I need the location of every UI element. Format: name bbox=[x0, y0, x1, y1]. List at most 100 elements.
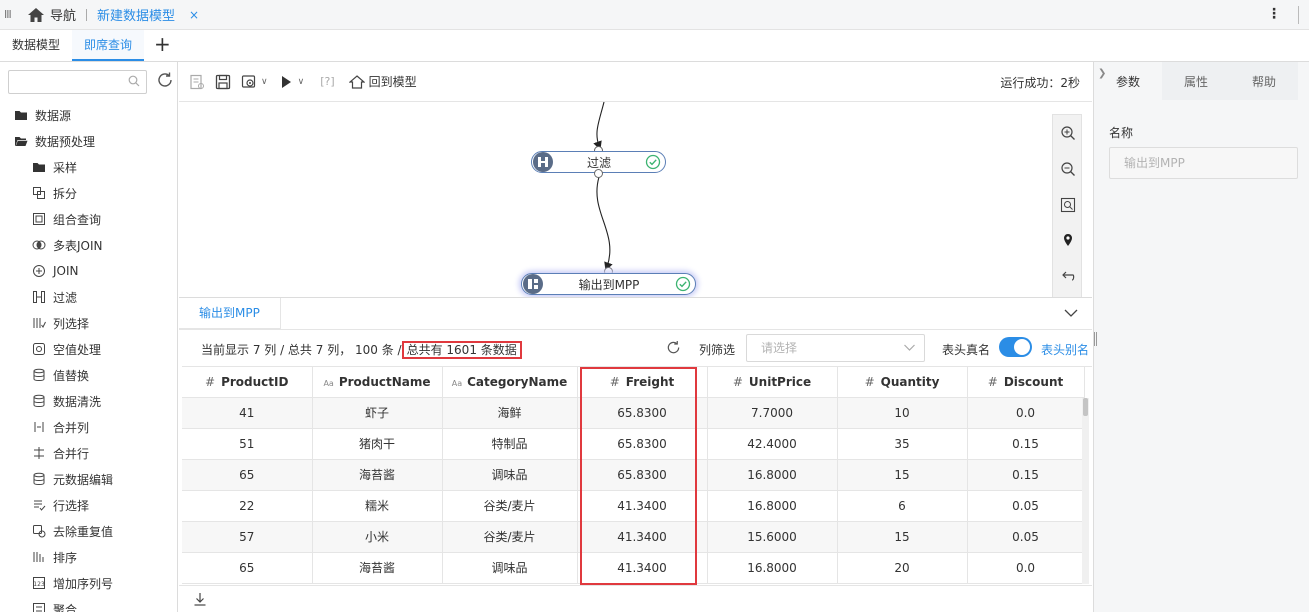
locate-icon[interactable] bbox=[1060, 232, 1076, 248]
scrollbar-thumb[interactable] bbox=[1083, 398, 1088, 416]
text-type-icon: Aa bbox=[451, 378, 463, 388]
tree-item[interactable]: 组合查询 bbox=[0, 206, 177, 232]
node-label: 输出到MPP bbox=[578, 277, 640, 292]
tab-data-model[interactable]: 数据模型 bbox=[0, 30, 72, 61]
merge-row-icon bbox=[32, 446, 46, 460]
refresh-icon[interactable] bbox=[156, 71, 174, 89]
splitter-handle[interactable] bbox=[1094, 332, 1097, 346]
tab-help[interactable]: 帮助 bbox=[1230, 62, 1298, 100]
tree-item[interactable]: 数据清洗 bbox=[0, 388, 177, 414]
name-field[interactable]: 输出到MPP bbox=[1109, 147, 1298, 179]
tree-item[interactable]: JOIN bbox=[0, 258, 177, 284]
tree-item[interactable]: 空值处理 bbox=[0, 336, 177, 362]
add-tab-icon[interactable]: + bbox=[154, 30, 171, 61]
tree-item[interactable]: 过滤 bbox=[0, 284, 177, 310]
column-header[interactable]: # Discount bbox=[967, 367, 1085, 398]
split-icon bbox=[32, 186, 46, 200]
table-cell: 7.7000 bbox=[707, 397, 838, 429]
save-button[interactable] bbox=[215, 72, 231, 92]
tab-adhoc-query[interactable]: 即席查询 bbox=[72, 30, 145, 61]
tree-item[interactable]: 合并列 bbox=[0, 414, 177, 440]
zoom-in-icon[interactable] bbox=[1060, 125, 1076, 141]
undo-icon[interactable] bbox=[1060, 268, 1076, 284]
table-cell: 特制品 bbox=[442, 428, 578, 460]
tree-item[interactable]: 排序 bbox=[0, 544, 177, 570]
back-to-model-button[interactable]: 回到模型 bbox=[348, 73, 417, 90]
close-icon[interactable]: × bbox=[189, 8, 199, 22]
divider bbox=[179, 329, 1092, 330]
node-output-mpp[interactable]: 输出到MPP bbox=[521, 273, 696, 295]
settings-dropdown[interactable]: ∨ bbox=[241, 72, 268, 92]
tree-item[interactable]: 行选择 bbox=[0, 492, 177, 518]
tree-item[interactable]: 元数据编辑 bbox=[0, 466, 177, 492]
tree-item-label: 列选择 bbox=[53, 316, 90, 331]
tree-item[interactable]: 123 增加序列号 bbox=[0, 570, 177, 596]
tree-item[interactable]: 去除重复值 bbox=[0, 518, 177, 544]
zoom-out-icon[interactable] bbox=[1060, 161, 1076, 177]
table-row[interactable]: 57 小米 谷类/麦片 41.3400 15.6000 15 0.05 bbox=[182, 521, 1085, 553]
column-header[interactable]: # ProductID bbox=[182, 367, 313, 398]
table-row[interactable]: 22 糯米 谷类/麦片 41.3400 16.8000 6 0.05 bbox=[182, 490, 1085, 522]
header-name-toggle[interactable] bbox=[999, 337, 1032, 357]
save-icon bbox=[215, 74, 231, 89]
table-row[interactable]: 65 海苔酱 调味品 65.8300 16.8000 15 0.15 bbox=[182, 459, 1085, 491]
result-tab-output-mpp[interactable]: 输出到MPP bbox=[179, 298, 281, 329]
tree-item-label: 拆分 bbox=[53, 186, 78, 201]
table-row[interactable]: 51 猪肉干 特制品 65.8300 42.4000 35 0.15 bbox=[182, 428, 1085, 460]
help-bracket-button[interactable]: [?] bbox=[320, 72, 334, 92]
collapse-panel-icon[interactable]: ❯ bbox=[1098, 68, 1106, 79]
search-input[interactable] bbox=[8, 70, 147, 94]
numeric-type-icon: # bbox=[609, 374, 620, 389]
header-alias-label[interactable]: 表头别名 bbox=[1041, 341, 1089, 358]
add-serial-icon: 123 bbox=[32, 576, 46, 590]
nav-home[interactable]: 导航 bbox=[28, 5, 76, 24]
column-header[interactable]: # UnitPrice bbox=[707, 367, 838, 398]
column-header[interactable]: # Quantity bbox=[837, 367, 968, 398]
tree-item[interactable]: 数据预处理 bbox=[0, 128, 177, 154]
edge-in bbox=[593, 102, 605, 151]
edge-filter-output bbox=[596, 176, 613, 272]
tree-item[interactable]: 采样 bbox=[0, 154, 177, 180]
chevron-down-icon[interactable] bbox=[1064, 306, 1078, 320]
sort-icon bbox=[32, 550, 46, 564]
download-icon[interactable] bbox=[193, 592, 207, 606]
search-icon bbox=[128, 75, 140, 87]
flow-canvas[interactable]: 过滤 输出到MPP bbox=[179, 102, 1092, 297]
tree-item[interactable]: 列选择 bbox=[0, 310, 177, 336]
row-count-info: 当前显示 7 列 / 总共 7 列， 100 条 / 总共有 1601 条数据 bbox=[201, 341, 522, 359]
edit-button[interactable] bbox=[189, 72, 205, 92]
table-cell: 0.05 bbox=[967, 521, 1085, 553]
output-port[interactable] bbox=[594, 169, 603, 178]
table-cell: 谷类/麦片 bbox=[442, 521, 578, 553]
vertical-scrollbar[interactable] bbox=[1082, 398, 1089, 584]
tree-item[interactable]: 合并行 bbox=[0, 440, 177, 466]
table-cell: 调味品 bbox=[442, 459, 578, 491]
table-cell: 22 bbox=[182, 490, 313, 522]
tree-item[interactable]: 聚合 bbox=[0, 596, 177, 612]
more-icon[interactable]: ⋮ bbox=[1267, 6, 1281, 22]
properties-panel: 参数 属性 帮助 ❯ 名称 输出到MPP bbox=[1093, 62, 1309, 612]
column-header[interactable]: # Freight bbox=[577, 367, 708, 398]
column-header-label: Quantity bbox=[880, 374, 940, 389]
table-row[interactable]: 41 虾子 海鲜 65.8300 7.7000 10 0.0 bbox=[182, 397, 1085, 429]
table-cell: 猪肉干 bbox=[312, 428, 443, 460]
table-cell: 0.15 bbox=[967, 459, 1085, 491]
output-icon bbox=[523, 274, 543, 294]
table-cell: 15 bbox=[837, 521, 968, 553]
column-header[interactable]: Aa CategoryName bbox=[442, 367, 578, 398]
table-cell: 0.0 bbox=[967, 552, 1085, 584]
tree-item[interactable]: 值替换 bbox=[0, 362, 177, 388]
table-row[interactable]: 65 海苔酱 调味品 41.3400 16.8000 20 0.0 bbox=[182, 552, 1085, 584]
column-filter-select[interactable]: 请选择 bbox=[746, 334, 925, 362]
column-header[interactable]: Aa ProductName bbox=[312, 367, 443, 398]
top-bar: III 导航 新建数据模型 × ⋮ bbox=[0, 0, 1309, 30]
run-dropdown[interactable]: ∨ bbox=[278, 72, 304, 92]
tree-item[interactable]: 多表JOIN bbox=[0, 232, 177, 258]
tree-item[interactable]: 数据源 bbox=[0, 102, 177, 128]
fit-view-icon[interactable] bbox=[1060, 197, 1076, 213]
doc-tab[interactable]: 新建数据模型 bbox=[97, 5, 175, 24]
tab-properties[interactable]: 属性 bbox=[1162, 62, 1230, 100]
home-outline-icon bbox=[348, 74, 365, 89]
tree-item[interactable]: 拆分 bbox=[0, 180, 177, 206]
refresh-icon[interactable] bbox=[666, 340, 681, 355]
